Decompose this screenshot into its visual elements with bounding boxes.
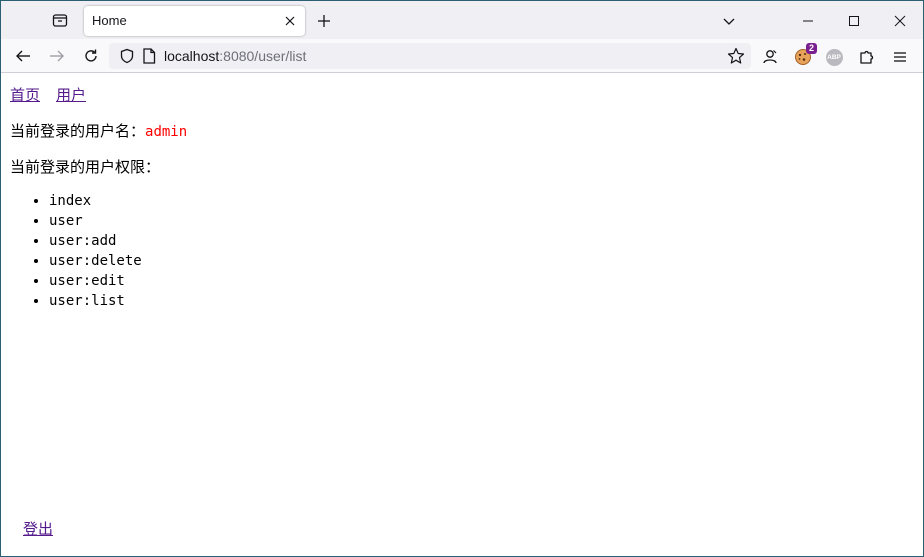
- current-username-line: 当前登录的用户名：admin: [10, 120, 187, 141]
- permission-item: user:delete: [49, 251, 142, 271]
- username-label: 当前登录的用户名：: [10, 122, 146, 140]
- permission-item: user:list: [49, 291, 142, 311]
- username-value: admin: [145, 124, 188, 140]
- adblock-plus-icon[interactable]: ABP: [823, 46, 845, 68]
- shield-icon[interactable]: [119, 48, 135, 64]
- account-icon[interactable]: [759, 46, 781, 68]
- page-icon[interactable]: [142, 48, 156, 64]
- maximize-button[interactable]: [831, 7, 877, 35]
- reload-button[interactable]: [78, 44, 104, 68]
- extensions-puzzle-icon[interactable]: [856, 46, 878, 68]
- reload-icon: [85, 49, 97, 62]
- arrow-right-icon: [50, 50, 64, 62]
- browser-window: Home localhost:8080/user/list 2 ABP 首页 用…: [0, 0, 924, 557]
- logout-link[interactable]: 登出: [23, 518, 53, 539]
- tab-overview-icon[interactable]: [49, 10, 71, 30]
- close-tab-icon[interactable]: [283, 14, 297, 28]
- permission-item: user:add: [49, 231, 142, 251]
- user-link[interactable]: 用户: [56, 86, 86, 104]
- home-link[interactable]: 首页: [10, 86, 40, 104]
- close-window-button[interactable]: [877, 7, 923, 35]
- extension-badge: 2: [805, 43, 817, 54]
- forward-button[interactable]: [44, 44, 70, 68]
- permission-item: user: [49, 211, 142, 231]
- permissions-label: 当前登录的用户权限：: [10, 158, 161, 176]
- bookmark-star-icon[interactable]: [727, 47, 745, 65]
- top-nav-links: 首页 用户: [10, 84, 102, 105]
- page-content: 首页用户 当前登录的用户名：admin 当前登录的用户权限： index use…: [1, 74, 923, 556]
- tab-home[interactable]: Home: [84, 6, 305, 36]
- tab-title: Home: [92, 13, 127, 28]
- tab-strip: Home: [1, 1, 923, 39]
- url-text[interactable]: localhost:8080/user/list: [164, 48, 306, 64]
- url-host: localhost: [164, 48, 220, 64]
- permissions-list: index user user:add user:delete user:edi…: [49, 191, 142, 311]
- minimize-button[interactable]: [785, 7, 831, 35]
- url-path: :8080/user/list: [219, 48, 307, 64]
- adblock-label: ABP: [825, 48, 843, 66]
- chevron-down-icon[interactable]: [719, 11, 739, 31]
- extension-cookie-icon[interactable]: 2: [792, 43, 817, 68]
- navigation-toolbar: localhost:8080/user/list 2 ABP: [1, 39, 923, 73]
- arrow-left-icon: [16, 50, 30, 62]
- back-button[interactable]: [10, 44, 36, 68]
- address-bar[interactable]: localhost:8080/user/list: [109, 43, 751, 69]
- new-tab-icon[interactable]: [314, 11, 334, 31]
- menu-icon[interactable]: [889, 46, 911, 68]
- permission-item: user:edit: [49, 271, 142, 291]
- permission-item: index: [49, 191, 142, 211]
